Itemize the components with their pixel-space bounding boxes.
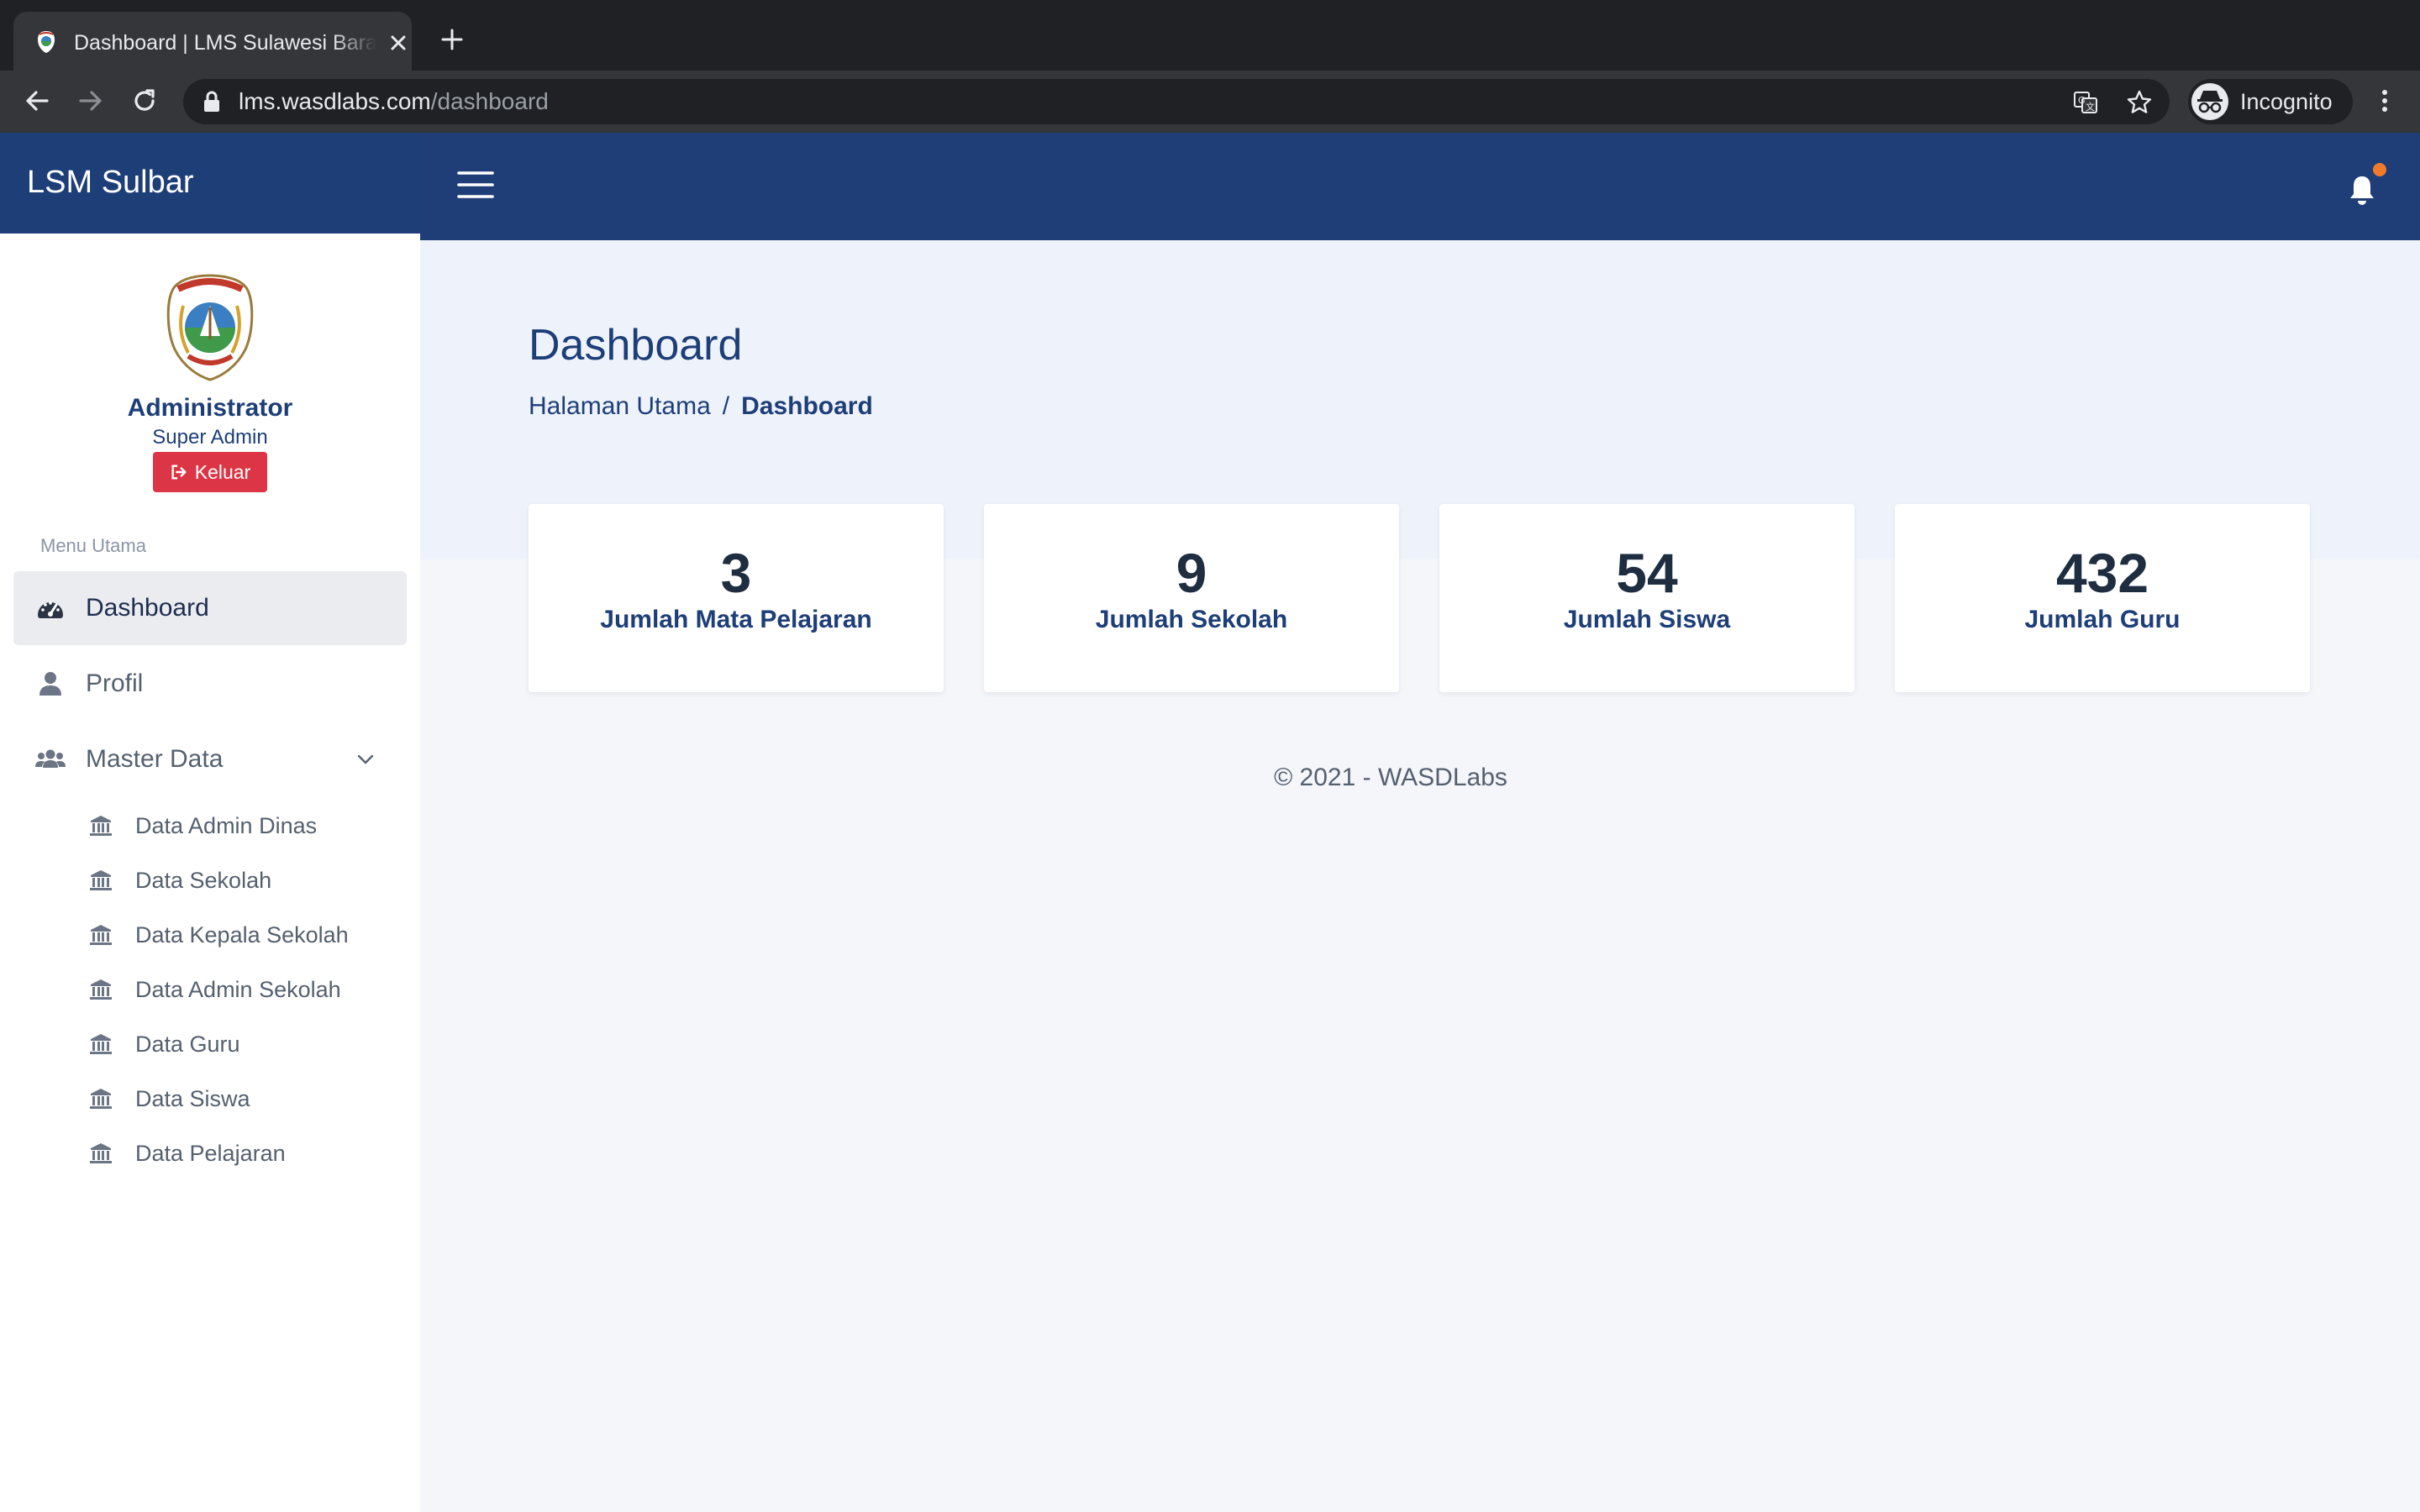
- menu-heading: Menu Utama: [40, 535, 146, 556]
- forward-arrow-icon[interactable]: [76, 86, 106, 116]
- user-name: Administrator: [127, 394, 293, 422]
- app-brand[interactable]: LSM Sulbar: [0, 133, 420, 234]
- breadcrumb: Halaman Utama / Dashboard: [529, 391, 873, 422]
- sidebar-subitem-data-pelajaran[interactable]: Data Pelajaran: [84, 1132, 403, 1174]
- logout-button[interactable]: Keluar: [153, 452, 267, 492]
- institution-icon: [90, 1143, 112, 1163]
- sidebar-subitem-label: Data Sekolah: [135, 868, 272, 893]
- stat-label: Jumlah Siswa: [1563, 606, 1731, 633]
- stat-value: 3: [720, 542, 752, 604]
- stat-card-guru: 432 Jumlah Guru: [1895, 504, 2310, 692]
- browser-toolbar: lms.wasdlabs.com/dashboard G 文 Incognito: [0, 71, 2420, 133]
- reload-icon[interactable]: [129, 86, 160, 116]
- stat-value: 9: [1176, 542, 1207, 604]
- stat-value: 432: [2055, 542, 2149, 604]
- breadcrumb-home-link[interactable]: Halaman Utama: [529, 392, 711, 420]
- tab-title: Dashboard | LMS Sulawesi Barat: [74, 31, 376, 55]
- sidebar-item-label: Dashboard: [86, 594, 209, 622]
- incognito-profile-button[interactable]: Incognito: [2188, 79, 2353, 124]
- lock-icon[interactable]: [202, 91, 222, 113]
- breadcrumb-separator: /: [722, 392, 730, 420]
- incognito-avatar: [2191, 83, 2228, 120]
- stat-card-mata-pelajaran: 3 Jumlah Mata Pelajaran: [529, 504, 944, 692]
- stat-card-siswa: 54 Jumlah Siswa: [1439, 504, 1854, 692]
- sidebar-subitem-data-guru[interactable]: Data Guru: [84, 1023, 403, 1065]
- province-emblem-logo: [166, 274, 254, 381]
- brand-name: LSM Sulbar: [27, 165, 194, 200]
- stat-label: Jumlah Guru: [2024, 606, 2181, 633]
- sidebar-subitem-label: Data Admin Sekolah: [135, 977, 341, 1002]
- address-bar[interactable]: lms.wasdlabs.com/dashboard G 文: [183, 79, 2170, 124]
- back-arrow-icon[interactable]: [22, 86, 52, 116]
- users-icon: [35, 749, 66, 768]
- app-topbar: [420, 133, 2420, 240]
- incognito-icon: [2197, 91, 2223, 113]
- hamburger-menu-icon[interactable]: [457, 170, 494, 200]
- tachometer-icon: [38, 601, 63, 618]
- sidebar-subitem-label: Data Kepala Sekolah: [135, 922, 349, 948]
- close-icon[interactable]: [387, 31, 410, 55]
- chevron-down-icon: [357, 754, 374, 764]
- sidebar-subitem-label: Data Siswa: [135, 1086, 250, 1111]
- url-path: /dashboard: [430, 88, 549, 114]
- notification-dot: [2373, 163, 2386, 176]
- browser-tabstrip: Dashboard | LMS Sulawesi Barat: [0, 0, 2420, 71]
- translate-icon[interactable]: G 文: [2072, 89, 2099, 116]
- sidebar-item-label: Master Data: [86, 745, 224, 773]
- institution-icon: [90, 816, 112, 836]
- institution-icon: [90, 925, 112, 945]
- footer-copyright: © 2021 - WASDLabs: [1274, 764, 1507, 791]
- institution-icon: [90, 1034, 112, 1054]
- sidebar: Administrator Super Admin Keluar Menu Ut…: [0, 234, 420, 1512]
- sidebar-subitem-data-admin-sekolah[interactable]: Data Admin Sekolah: [84, 969, 403, 1011]
- svg-text:文: 文: [2086, 101, 2095, 113]
- breadcrumb-current: Dashboard: [741, 392, 873, 420]
- more-vert-icon[interactable]: [2370, 86, 2400, 116]
- bookmark-star-icon[interactable]: [2126, 89, 2153, 116]
- sidebar-subitem-label: Data Pelajaran: [135, 1141, 286, 1166]
- emblem-favicon-icon: [38, 31, 55, 53]
- url-text[interactable]: lms.wasdlabs.com/dashboard: [239, 79, 549, 124]
- stat-label: Jumlah Sekolah: [1095, 606, 1288, 633]
- sidebar-subitem-data-admin-dinas[interactable]: Data Admin Dinas: [84, 805, 403, 847]
- stat-card-sekolah: 9 Jumlah Sekolah: [984, 504, 1399, 692]
- sidebar-subitem-data-kepala-sekolah[interactable]: Data Kepala Sekolah: [84, 914, 403, 956]
- institution-icon: [90, 1089, 112, 1109]
- stat-value: 54: [1616, 542, 1678, 604]
- logout-label: Keluar: [194, 460, 251, 483]
- sidebar-subitem-label: Data Admin Dinas: [135, 813, 318, 838]
- institution-icon: [90, 870, 112, 890]
- url-host: lms.wasdlabs.com: [239, 88, 431, 114]
- sidebar-item-dashboard[interactable]: Dashboard: [13, 571, 407, 645]
- sidebar-subitem-label: Data Guru: [135, 1032, 240, 1057]
- sign-out-icon: [171, 465, 187, 480]
- user-role: Super Admin: [152, 426, 268, 449]
- institution-icon: [90, 979, 112, 1000]
- new-tab-icon[interactable]: [440, 28, 464, 51]
- user-icon: [39, 672, 61, 696]
- sidebar-subitem-data-siswa[interactable]: Data Siswa: [84, 1078, 403, 1120]
- stat-label: Jumlah Mata Pelajaran: [600, 606, 872, 633]
- page-title: Dashboard: [529, 321, 743, 370]
- footer: © 2021 - WASDLabs: [420, 763, 2420, 793]
- notification-bell-icon[interactable]: [2346, 173, 2378, 207]
- sidebar-item-profil[interactable]: Profil: [13, 647, 407, 721]
- incognito-label: Incognito: [2240, 89, 2333, 114]
- browser-tab[interactable]: Dashboard | LMS Sulawesi Barat: [13, 12, 412, 71]
- svg-text:G: G: [2078, 95, 2086, 106]
- sidebar-item-label: Profil: [86, 669, 144, 697]
- sidebar-subitem-data-sekolah[interactable]: Data Sekolah: [84, 859, 403, 901]
- sidebar-item-master-data[interactable]: Master Data: [13, 722, 407, 796]
